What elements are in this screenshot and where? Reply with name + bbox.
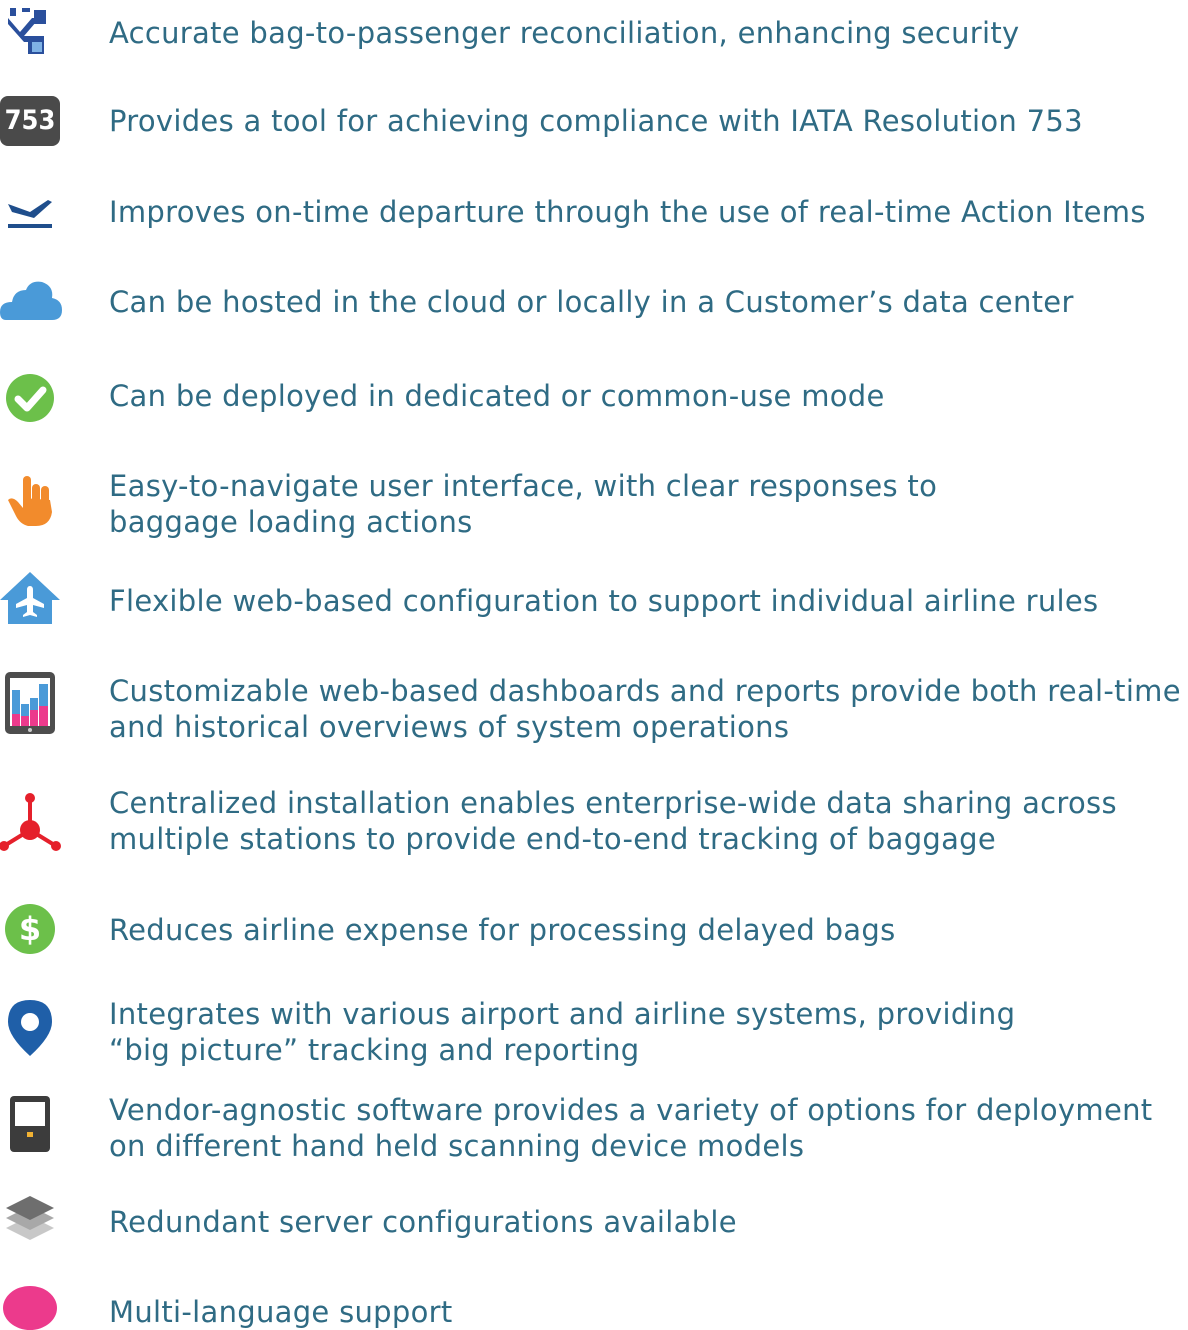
feature-text: Accurate bag-to-passenger reconciliation…	[109, 16, 1020, 50]
tablet-chart-icon	[5, 672, 55, 734]
dollar-icon: $	[5, 904, 55, 954]
feature-text: Centralized installation enables enterpr…	[109, 786, 1117, 856]
network-hub-icon	[0, 793, 61, 851]
feature-text: Multi-language support	[109, 1295, 453, 1329]
handheld-scanner-icon	[10, 1096, 50, 1152]
location-pin-icon	[8, 1000, 52, 1056]
check-icon	[6, 374, 54, 422]
feature-text: Vendor-agnostic software provides a vari…	[109, 1093, 1153, 1163]
feature-text: Customizable web-based dashboards and re…	[109, 674, 1181, 744]
touch-hand-icon	[8, 476, 52, 526]
cloud-icon	[0, 281, 62, 320]
feature-text: Easy-to-navigate user interface, with cl…	[109, 469, 938, 539]
feature-text: Can be deployed in dedicated or common-u…	[109, 379, 885, 413]
feature-text: Reduces airline expense for processing d…	[109, 913, 896, 947]
departure-icon	[8, 200, 52, 228]
dollar-sign: $	[18, 910, 42, 948]
bag-reconcile-icon	[8, 8, 46, 54]
feature-text: Flexible web-based configuration to supp…	[109, 584, 1099, 618]
server-layers-icon	[6, 1196, 54, 1240]
feature-text: Integrates with various airport and airl…	[109, 997, 1016, 1067]
feature-text: Provides a tool for achieving compliance…	[109, 104, 1083, 138]
airport-home-icon	[0, 572, 60, 624]
speech-bubble-icon	[3, 1286, 57, 1330]
feature-text: Can be hosted in the cloud or locally in…	[109, 285, 1074, 319]
iata-753-icon: 753	[0, 96, 60, 146]
iata-badge-label: 753	[4, 105, 56, 136]
feature-text: Redundant server configurations availabl…	[109, 1205, 737, 1239]
feature-text: Improves on-time departure through the u…	[109, 195, 1146, 229]
